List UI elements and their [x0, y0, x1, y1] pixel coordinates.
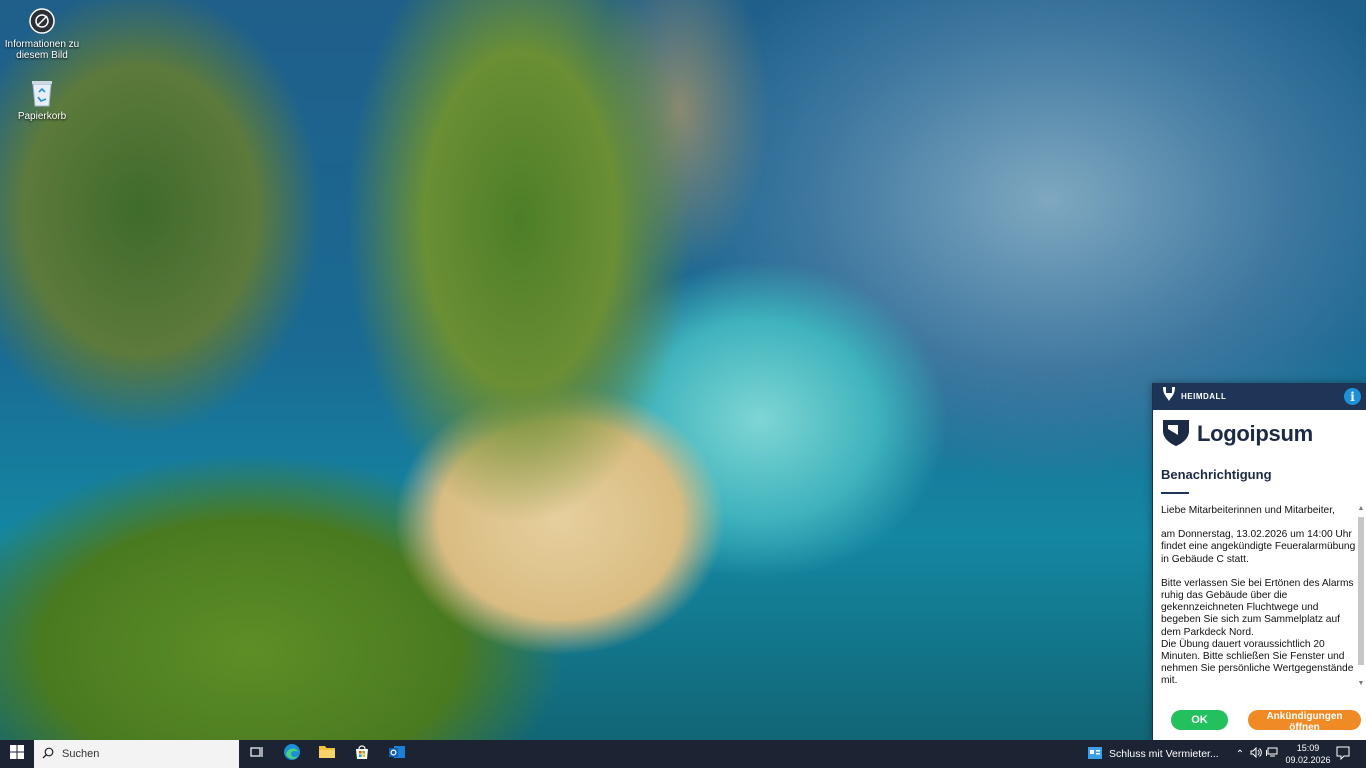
scroll-thumb[interactable] — [1358, 517, 1364, 665]
taskbar-app-outlook[interactable] — [379, 740, 414, 768]
logo-text: Logoipsum — [1197, 421, 1313, 446]
notification-panel: HEIMDALL i Logoipsum Benachrichtigung Li… — [1152, 383, 1366, 740]
message-paragraph: Die Übung dauert voraussichtlich 20 Minu… — [1161, 638, 1354, 687]
taskbar-app-edge[interactable] — [274, 740, 309, 768]
title-divider — [1161, 492, 1189, 494]
taskbar-news-item[interactable]: Schluss mit Vermieter... — [1088, 740, 1219, 768]
heimdall-logo-icon — [1161, 385, 1177, 408]
taskbar-app-explorer[interactable] — [309, 740, 344, 768]
start-button[interactable] — [0, 740, 34, 768]
desktop-icon-image-info[interactable]: Informationen zu diesem Bild — [4, 6, 80, 61]
logo-shield-icon — [1161, 417, 1191, 452]
folder-icon — [318, 744, 336, 764]
taskbar-app-store[interactable] — [344, 740, 379, 768]
search-placeholder: Suchen — [62, 748, 100, 760]
notification-actions: OK Ankündigungen öffnen — [1153, 710, 1366, 733]
chevron-up-icon[interactable]: ⌃ — [1232, 749, 1248, 760]
taskbar: Suchen Schluss mit Vermieter... ⌃ 15:09 … — [0, 740, 1366, 768]
notification-bubble-icon — [1336, 746, 1350, 764]
scroll-down-icon[interactable]: ▼ — [1357, 680, 1365, 690]
edge-browser-icon — [283, 743, 301, 766]
desktop-icon-label: Informationen zu diesem Bild — [4, 39, 80, 61]
desktop-icon-recycle-bin[interactable]: Papierkorb — [4, 78, 80, 122]
news-label: Schluss mit Vermieter... — [1109, 748, 1219, 760]
action-center-button[interactable] — [1336, 746, 1352, 762]
recycle-bin-icon — [27, 78, 57, 108]
search-icon — [42, 747, 54, 762]
scroll-up-icon[interactable]: ▲ — [1357, 505, 1365, 515]
notification-message: Liebe Mitarbeiterinnen und Mitarbeiter, … — [1153, 505, 1359, 690]
store-icon — [354, 744, 370, 765]
system-tray: ⌃ — [1232, 740, 1280, 768]
company-logo: Logoipsum — [1153, 410, 1366, 449]
taskbar-search[interactable]: Suchen — [34, 740, 239, 768]
task-view-icon — [249, 745, 264, 763]
notification-header: HEIMDALL i — [1153, 383, 1366, 410]
clock[interactable]: 15:09 09.02.2026 — [1285, 742, 1331, 766]
message-paragraph: Bitte verlassen Sie bei Ertönen des Alar… — [1161, 577, 1354, 638]
clock-time: 15:09 — [1296, 743, 1320, 753]
brand-name: HEIMDALL — [1181, 392, 1227, 401]
open-announcements-button[interactable]: Ankündigungen öffnen — [1248, 710, 1361, 733]
network-icon[interactable] — [1264, 747, 1280, 761]
message-scrollbar[interactable]: ▲ ▼ — [1357, 505, 1365, 690]
news-icon — [1088, 746, 1102, 763]
message-paragraph: am Donnerstag, 13.02.2026 um 14:00 Uhr f… — [1161, 529, 1356, 565]
clock-date: 09.02.2026 — [1285, 755, 1331, 765]
windows-logo-icon — [10, 744, 24, 764]
camera-info-icon — [27, 6, 57, 36]
speaker-icon[interactable] — [1248, 746, 1264, 761]
notification-title: Benachrichtigung — [1161, 467, 1272, 482]
ok-button[interactable]: OK — [1171, 710, 1228, 730]
desktop-icon-label: Papierkorb — [17, 111, 67, 122]
outlook-icon — [388, 744, 406, 765]
message-greeting: Liebe Mitarbeiterinnen und Mitarbeiter, — [1161, 505, 1335, 516]
info-icon[interactable]: i — [1344, 388, 1361, 405]
task-view-button[interactable] — [239, 740, 274, 768]
